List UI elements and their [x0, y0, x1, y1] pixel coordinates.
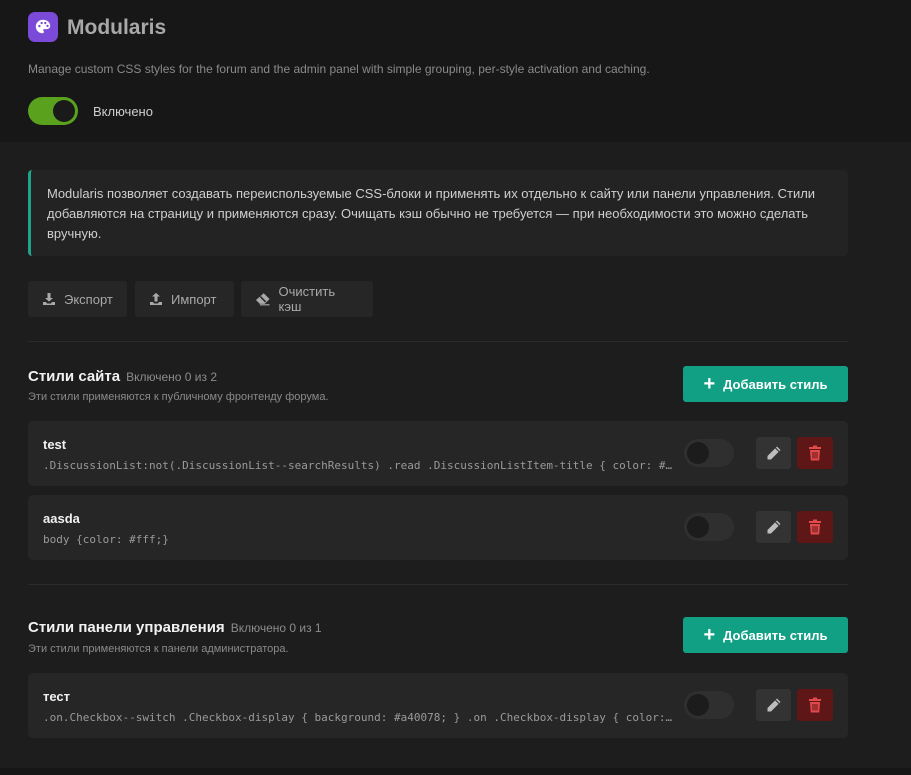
style-enabled-toggle[interactable]	[684, 513, 734, 541]
style-code-preview: .on.Checkbox--switch .Checkbox-display {…	[43, 711, 673, 724]
delete-style-button[interactable]	[797, 689, 833, 721]
export-button[interactable]: Экспорт	[28, 281, 127, 317]
admin-styles-subtitle: Эти стили применяются к панели администр…	[28, 643, 289, 655]
style-card: тест .on.Checkbox--switch .Checkbox-disp…	[28, 673, 848, 738]
clear-cache-button[interactable]: Очистить кэш	[241, 281, 373, 317]
style-name: aasda	[43, 511, 80, 526]
eraser-icon	[255, 293, 270, 306]
bottom-strip	[0, 768, 911, 775]
section-divider	[28, 584, 848, 585]
section-divider	[28, 341, 848, 342]
style-code-preview: body {color: #fff;}	[43, 533, 169, 546]
toggle-knob	[687, 516, 709, 538]
trash-icon	[809, 445, 821, 461]
style-name: тест	[43, 689, 71, 704]
export-label: Экспорт	[64, 291, 113, 307]
pencil-icon	[767, 698, 780, 712]
style-code-preview: .DiscussionList:not(.DiscussionList--sea…	[43, 459, 673, 472]
site-styles-count: Включено 0 из 2	[126, 370, 218, 384]
info-callout: Modularis позволяет создавать переисполь…	[28, 170, 848, 256]
style-card: test .DiscussionList:not(.DiscussionList…	[28, 421, 848, 486]
toggle-knob	[53, 100, 75, 122]
add-admin-style-button[interactable]: + Добавить стиль	[683, 617, 848, 653]
style-name: test	[43, 437, 67, 452]
import-button[interactable]: Импорт	[135, 281, 234, 317]
app-description: Manage custom CSS styles for the forum a…	[28, 62, 650, 76]
style-enabled-toggle[interactable]	[684, 439, 734, 467]
edit-style-button[interactable]	[756, 511, 791, 543]
delete-style-button[interactable]	[797, 511, 833, 543]
download-icon	[43, 293, 55, 305]
site-styles-subtitle: Эти стили применяются к публичному фронт…	[28, 391, 329, 403]
admin-styles-heading: Стили панели управления Включено 0 из 1	[28, 619, 322, 636]
plus-icon: +	[703, 373, 716, 395]
palette-icon	[28, 12, 58, 42]
add-admin-style-label: Добавить стиль	[723, 627, 828, 643]
plus-icon: +	[703, 624, 716, 646]
trash-icon	[809, 697, 821, 713]
clear-cache-label: Очистить кэш	[278, 284, 336, 314]
pencil-icon	[767, 446, 780, 460]
site-styles-title: Стили сайта	[28, 368, 121, 385]
pencil-icon	[767, 520, 780, 534]
toggle-knob	[687, 442, 709, 464]
trash-icon	[809, 519, 821, 535]
style-enabled-toggle[interactable]	[684, 691, 734, 719]
app-title: Modularis	[67, 16, 167, 39]
delete-style-button[interactable]	[797, 437, 833, 469]
toggle-knob	[687, 694, 709, 716]
import-label: Импорт	[171, 291, 217, 307]
upload-icon	[150, 292, 162, 305]
extension-enabled-label: Включено	[93, 104, 153, 119]
admin-styles-count: Включено 0 из 1	[230, 621, 322, 635]
edit-style-button[interactable]	[756, 689, 791, 721]
edit-style-button[interactable]	[756, 437, 791, 469]
add-site-style-label: Добавить стиль	[723, 376, 828, 392]
extension-enabled-toggle[interactable]	[28, 97, 78, 125]
style-card: aasda body {color: #fff;}	[28, 495, 848, 560]
site-styles-heading: Стили сайта Включено 0 из 2	[28, 368, 217, 385]
add-site-style-button[interactable]: + Добавить стиль	[683, 366, 848, 402]
admin-styles-title: Стили панели управления	[28, 619, 225, 636]
